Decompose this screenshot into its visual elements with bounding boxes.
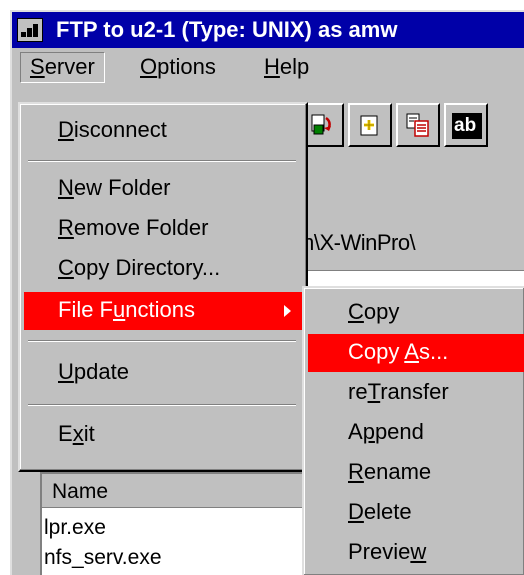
menu-item-remove-folder[interactable]: Remove Folder [58,210,208,248]
copy-doc-icon [406,113,429,137]
remote-path: m\X-WinPro\ [296,230,416,255]
menu-item-new-folder[interactable]: New Folder [58,170,170,208]
menu-item-copy-directory[interactable]: Copy Directory... [58,250,220,288]
menu-separator [28,160,296,162]
menu-item-preview[interactable]: Preview [348,534,426,572]
menu-item-retransfer[interactable]: reTransfer [348,374,449,412]
transfer-icon [311,114,331,135]
menu-item-update[interactable]: Update [58,354,129,392]
ftp-app-icon[interactable] [17,18,43,42]
file-row[interactable]: lpr.exe [44,516,106,540]
rename-button[interactable]: ab [444,103,488,147]
title-bar[interactable]: FTP to u2-1 (Type: UNIX) as amw [12,12,524,48]
menu-item-disconnect[interactable]: Disconnect [58,112,167,150]
menu-item-copy-as[interactable]: Copy As... [308,334,524,372]
menu-item-copy[interactable]: Copy [348,294,399,332]
rename-icon: ab [452,113,482,139]
menu-item-exit[interactable]: Exit [58,416,95,454]
new-file-icon [360,115,378,136]
menu-server[interactable]: Server [20,52,105,83]
file-row[interactable]: nfs_serv.exe [44,546,162,570]
file-functions-submenu: Copy Copy As... reTransfer Append Rename… [302,286,524,575]
column-header-name[interactable]: Name [52,480,108,504]
menu-item-append[interactable]: Append [348,414,424,452]
menu-separator [28,340,296,342]
menu-help[interactable]: Help [264,54,309,80]
submenu-arrow-icon [284,305,291,317]
window-title: FTP to u2-1 (Type: UNIX) as amw [56,17,398,42]
path-field[interactable] [304,270,524,287]
menu-item-delete[interactable]: Delete [348,494,412,532]
new-file-button[interactable] [348,103,392,147]
menu-options[interactable]: Options [140,54,216,80]
menu-item-rename[interactable]: Rename [348,454,431,492]
menu-item-file-functions[interactable]: File Functions [24,292,302,330]
copy-document-button[interactable] [396,103,440,147]
server-menu: Disconnect New Folder Remove Folder Copy… [18,102,308,472]
menu-separator [28,404,296,406]
menu-bar: Server Options Help [12,48,524,86]
